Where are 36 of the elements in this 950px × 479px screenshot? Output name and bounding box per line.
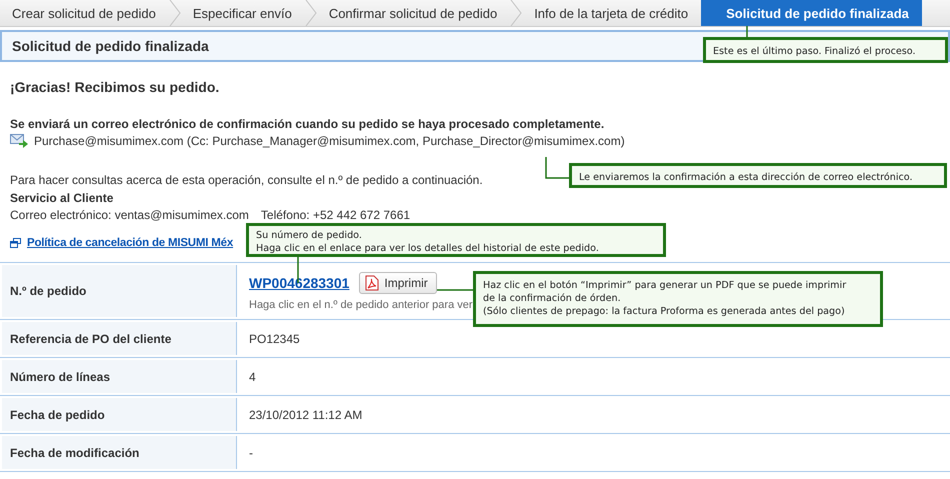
row-value: - — [249, 446, 254, 460]
mail-arrow-icon — [10, 134, 28, 148]
callout-note: Haz clic en el botón “Imprimir” para generar un PDF que se puede imprimir de la confirmación de órden. (Sólo clientes de prepago: la factura Proforma es generada antes del pago) — [473, 271, 883, 327]
service-title: Servicio al Cliente — [10, 191, 114, 205]
print-button[interactable]: Imprimir — [359, 272, 437, 294]
leader-line — [297, 257, 299, 283]
row-value: 4 — [249, 370, 257, 384]
row-value: 23/10/2012 11:12 AM — [249, 408, 364, 422]
leader-line — [545, 157, 570, 179]
leader-line — [437, 289, 474, 291]
progress-step: Confirmar solicitud de pedido — [316, 0, 510, 26]
thanks-heading: ¡Gracias! Recibimos su pedido. — [10, 79, 220, 95]
cancellation-policy-link[interactable]: Política de cancelación de MISUMI Méx — [27, 237, 234, 249]
order-number-link[interactable]: WP0046283301 — [249, 274, 350, 290]
progress-step: Crear solicitud de pedido — [0, 0, 169, 26]
service-phone: Teléfono: +52 442 672 7661 — [260, 208, 410, 222]
progress-step: Solicitud de pedido finalizada — [701, 0, 922, 26]
row-label: Fecha de modificación — [2, 436, 237, 469]
progress-step: Especificar envío — [180, 0, 305, 26]
row-label: Fecha de pedido — [2, 398, 237, 431]
email-notice: Se enviará un correo electrónico de confirmación cuando su pedido se haya procesado completamente. — [10, 117, 606, 131]
callout-note: Le enviaremos la confirmación a esta dirección de correo electrónico. — [569, 163, 947, 188]
leader-line — [746, 26, 748, 37]
row-label: Número de líneas — [2, 360, 237, 393]
progress-step: Info de la tarjeta de crédito — [522, 0, 702, 26]
row-label: Referencia de PO del cliente — [2, 322, 237, 355]
email-recipients: Purchase@misumimex.com (Cc: Purchase_Manager@misumimex.com, Purchase_Director@misumimex.com) — [34, 134, 625, 148]
new-window-icon — [10, 238, 21, 248]
callout-note: Su número de pedido. Haga clic en el enlace para ver los detalles del historial de este pedido. — [246, 223, 666, 257]
service-email: Correo electrónico: ventas@misumimex.com — [10, 208, 249, 222]
callout-note: Este es el último paso. Finalizó el proceso. — [703, 37, 948, 63]
order-hint: Haga clic en el n.º de pedido anterior para ver — [249, 298, 473, 310]
row-label: N.º de pedido — [2, 265, 237, 317]
inquiry-text: Para hacer consultas acerca de esta operación, consulte el n.º de pedido a continuación. — [10, 173, 483, 187]
pdf-icon — [365, 274, 380, 290]
row-value: PO12345 — [249, 332, 301, 346]
